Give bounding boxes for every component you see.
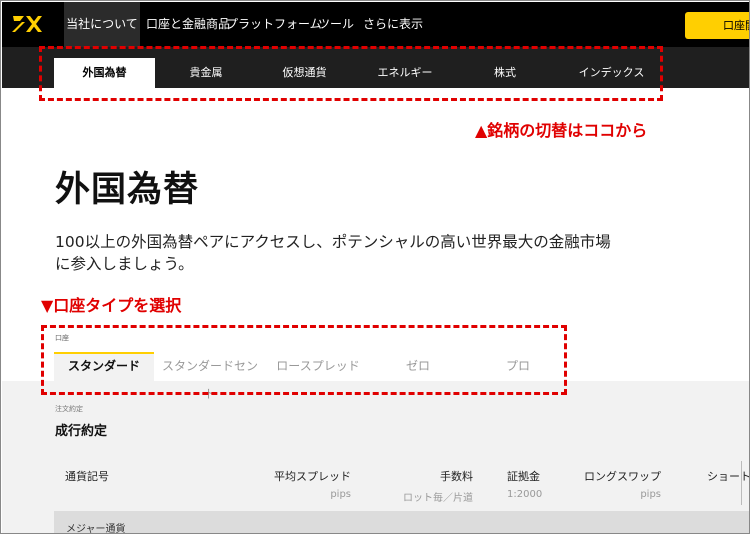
execution-title: 成行約定 [55,424,108,439]
nav-item-accounts-products[interactable]: 口座と金融商品 [146,2,230,47]
nav-item-about[interactable]: 当社について [64,2,140,47]
open-account-button[interactable]: 口座開設 [685,12,749,39]
page: 当社について 口座と金融商品 プラットフォーム ツール さらに表示 口座開設 外… [0,0,750,534]
column-header-symbol: 通貨記号 [65,470,109,483]
symbol-switch-highlight [39,46,663,101]
account-select-annotation: ▼口座タイプを選択 [41,296,182,315]
page-description: 100以上の外国為替ペアにアクセスし、ポテンシャルの高い世界最大の金融市場に参入… [55,233,611,273]
nav-item-tools[interactable]: ツール [318,2,354,47]
column-divider [741,461,742,505]
execution-caption: 注文約定 [55,405,83,413]
symbol-switch-annotation: ▲銘柄の切替はココから [475,121,648,140]
column-header-commission: 手数料 ロット毎／片道 [403,470,473,504]
column-header-margin: 証拠金 1:2000 [507,470,543,500]
column-header-spread: 平均スプレッド pips [274,470,351,500]
account-select-highlight [41,325,567,395]
nav-item-platforms[interactable]: プラットフォーム [226,2,322,47]
top-navigation: 当社について 口座と金融商品 プラットフォーム ツール さらに表示 口座開設 [2,2,749,47]
fx-logo-icon[interactable] [10,13,44,35]
nav-item-more[interactable]: さらに表示 [363,2,423,47]
column-header-swap-long: ロングスワップ pips [584,470,661,500]
column-header-swap-short: ショート [707,470,750,483]
group-label: メジャー通貨 [66,524,126,534]
table-group-row[interactable]: メジャー通貨 [54,511,749,534]
page-title: 外国為替 [55,170,200,210]
